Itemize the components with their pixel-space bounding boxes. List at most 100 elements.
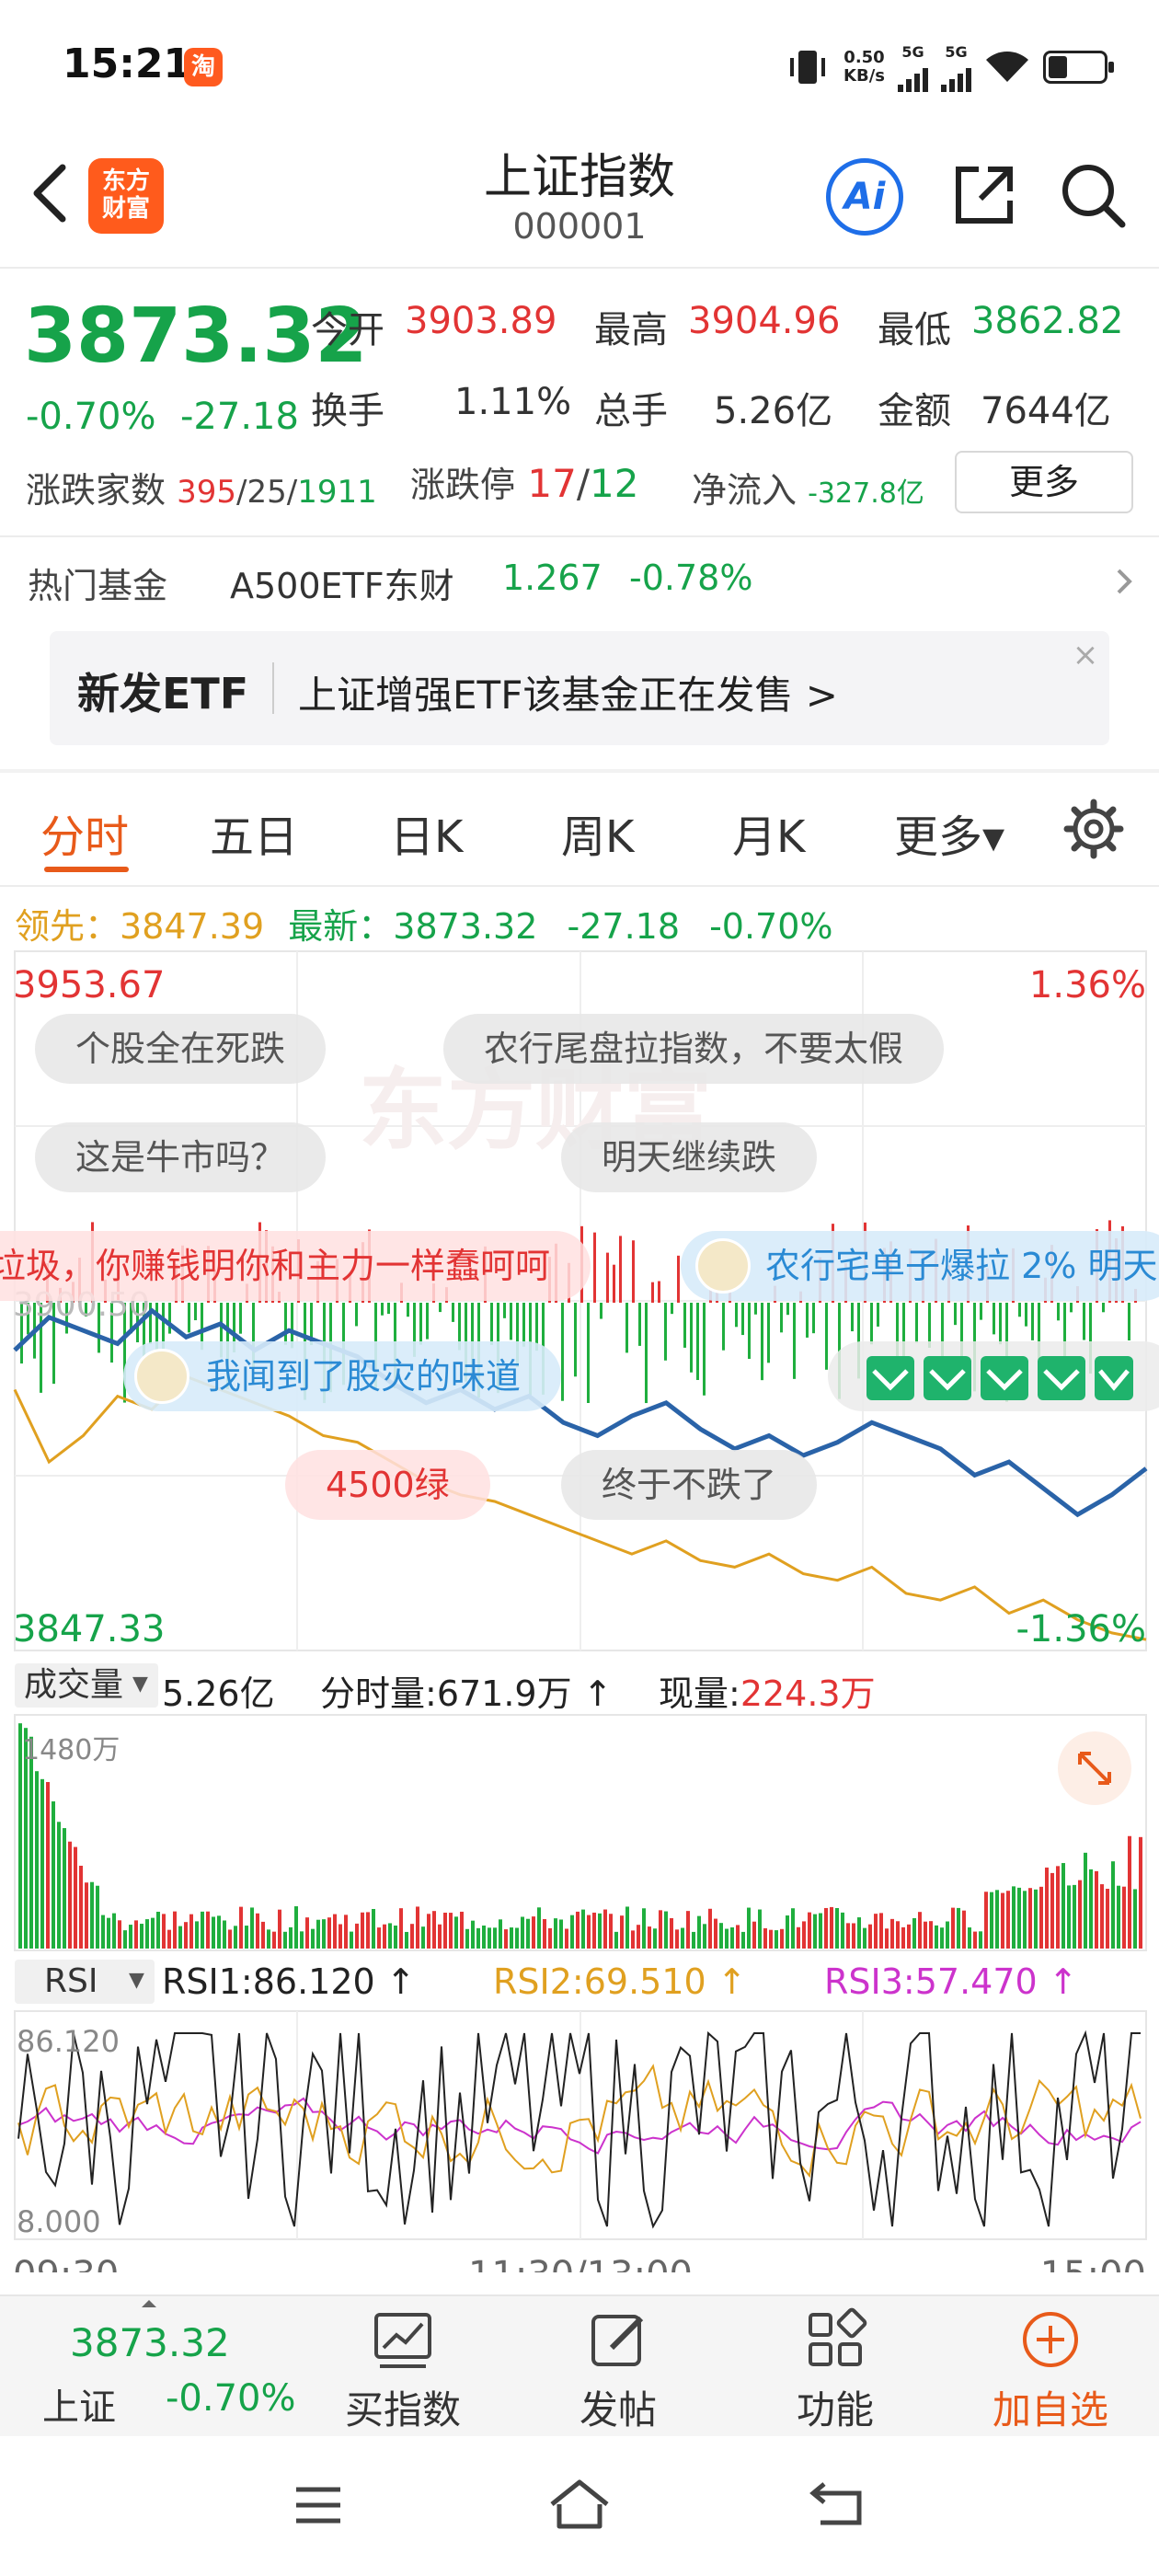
tab-weekly-k[interactable]: 周K [561, 800, 634, 865]
danmu-comment[interactable]: 垃圾，你赚钱明你和主力一样蠢呵呵 [0, 1231, 591, 1301]
volume-bar [261, 1921, 265, 1949]
more-stats-button[interactable]: 更多 [955, 451, 1133, 513]
diff-bar [510, 1303, 512, 1340]
volume-bar [835, 1907, 839, 1949]
back-nav-icon[interactable] [808, 2478, 868, 2530]
diff-bar [993, 1303, 995, 1335]
diff-bar [748, 1303, 751, 1359]
volume-bar [802, 1921, 806, 1949]
danmu-comment[interactable]: 终于不跌了 [561, 1450, 818, 1520]
volume-bar [879, 1913, 883, 1949]
volume-bar [454, 1916, 458, 1949]
danmu-comment[interactable]: 明天继续跌 [561, 1122, 818, 1192]
diff-bar [793, 1303, 796, 1379]
etf-separator [272, 662, 274, 714]
diff-bar [671, 1303, 673, 1315]
volume-bar [438, 1924, 442, 1949]
volume-bar [890, 1918, 894, 1949]
danmu-comment[interactable]: 个股全在死跌 [35, 1014, 327, 1084]
diff-bar [1018, 1303, 1021, 1317]
volume-bar [355, 1923, 359, 1949]
volume-bar [234, 1926, 237, 1949]
danmu-comment[interactable]: 4500绿 [285, 1450, 490, 1520]
tab-monthly-k[interactable]: 月K [732, 800, 805, 865]
tab-intraday[interactable]: 分时 [40, 800, 129, 865]
volume-bar [316, 1919, 320, 1949]
diff-bar [632, 1240, 635, 1303]
volume-bar [339, 1924, 342, 1949]
volume-bar [935, 1925, 938, 1949]
volume-bar [206, 1911, 210, 1949]
volume-bar [449, 1913, 453, 1949]
volume-bar [167, 1929, 171, 1949]
post-button[interactable]: 发帖 [535, 2307, 701, 2435]
menu-icon[interactable] [291, 2482, 346, 2528]
nav-price[interactable]: 3873.32 [70, 2320, 230, 2365]
hot-fund-label: 热门基金 [28, 566, 168, 606]
tab-more[interactable]: 更多▾ [894, 800, 1004, 865]
volume-bar [515, 1927, 519, 1949]
hot-fund-name[interactable]: A500ETF东财 [230, 558, 454, 608]
volume-bar [134, 1920, 138, 1949]
gear-icon[interactable] [1063, 799, 1124, 859]
volume-bar [427, 1914, 430, 1949]
etf-text[interactable]: 上证增强ETF该基金正在发售 > [298, 664, 838, 720]
volume-bar [1078, 1880, 1082, 1949]
volume-bar [896, 1921, 900, 1949]
volume-bar [383, 1924, 386, 1949]
volume-bar [559, 1919, 563, 1949]
nav-index-name[interactable]: 上证 [42, 2377, 116, 2431]
volume-bar [1012, 1886, 1016, 1949]
volume-bar [659, 1910, 662, 1949]
volume-bar [151, 1917, 155, 1949]
diff-bar [980, 1303, 982, 1320]
chevron-right-icon[interactable] [1111, 563, 1139, 600]
diff-bar [381, 1303, 384, 1316]
volume-bar [1084, 1852, 1087, 1949]
share-icon[interactable] [947, 158, 1021, 232]
open-value: 3903.89 [405, 300, 557, 342]
volume-bar [278, 1909, 281, 1949]
volume-bar [830, 1906, 833, 1949]
volume-bar [730, 1926, 734, 1949]
volume-bar [112, 1913, 116, 1949]
search-icon[interactable] [1056, 158, 1130, 232]
lead-line: 领先：3847.39 最新：3873.32 -27.18 -0.70% [15, 906, 833, 947]
home-icon[interactable] [546, 2477, 613, 2532]
add-watchlist-button[interactable]: 加自选 [968, 2307, 1133, 2435]
volume-bar [488, 1927, 491, 1949]
tab-daily-k[interactable]: 日K [390, 800, 463, 865]
diff-bar [606, 1252, 609, 1303]
hot-fund-pct: -0.78% [629, 558, 753, 598]
net-inflow: 净流入 -327.8亿 [692, 470, 924, 511]
volume-bar [791, 1908, 795, 1949]
chevron-up-icon[interactable] [138, 2296, 160, 2309]
tab-five-day[interactable]: 五日 [210, 800, 298, 865]
volume-bar [476, 1927, 480, 1949]
net-speed: 0.50 KB/s [843, 48, 885, 86]
volume-bar [532, 1916, 535, 1949]
diff-bar [355, 1303, 358, 1327]
volume-bar [29, 1736, 33, 1949]
expand-button[interactable] [1058, 1731, 1131, 1805]
function-button[interactable]: 功能 [752, 2307, 918, 2435]
turnover-label: 换手 [311, 390, 384, 432]
volume-bar [703, 1924, 706, 1949]
volume-bar [603, 1909, 607, 1949]
volume-bar [957, 1907, 960, 1949]
volume-bar [548, 1927, 552, 1949]
volume-bar [350, 1931, 353, 1949]
danmu-comment[interactable]: 这是牛市吗？ [35, 1122, 327, 1192]
close-icon[interactable]: × [1067, 637, 1104, 673]
diff-bar [587, 1303, 590, 1403]
buy-index-button[interactable]: 买指数 [320, 2307, 486, 2435]
ai-assistant-button[interactable]: Ai [826, 158, 903, 236]
danmu-comment[interactable]: 农行尾盘拉指数，不要太假 [443, 1014, 945, 1084]
volume-bar [637, 1925, 640, 1949]
danmu-comment[interactable]: 农行宅单子爆拉 2% 明天 [681, 1231, 1159, 1301]
volume-bar [543, 1918, 546, 1949]
minute-volume: 分时量:671.9万 ↑ [320, 1673, 613, 1714]
open-label: 今开 [311, 309, 384, 351]
diff-bar [188, 1303, 190, 1333]
volume-bar [670, 1918, 673, 1949]
